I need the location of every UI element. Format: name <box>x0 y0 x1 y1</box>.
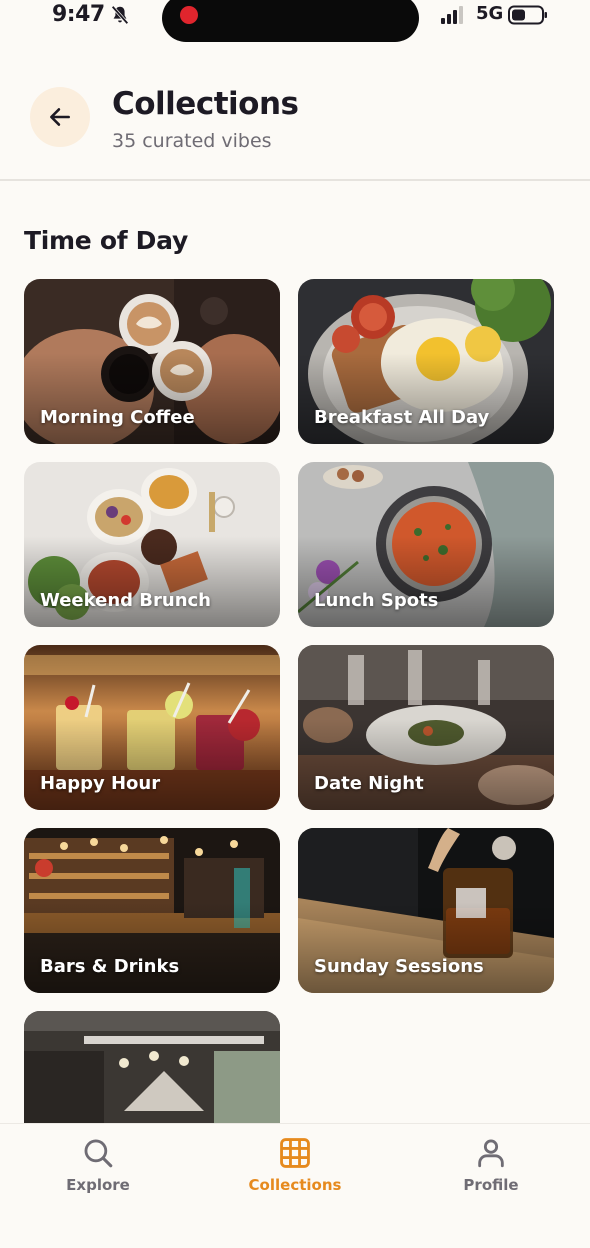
collection-card-lunch-spots[interactable]: Lunch Spots <box>298 462 554 627</box>
arrow-left-icon <box>50 108 70 126</box>
user-icon <box>478 1139 504 1168</box>
back-button[interactable] <box>30 87 90 147</box>
nav-item-collections[interactable]: Collections <box>235 1136 355 1194</box>
card-label: Lunch Spots <box>314 590 439 611</box>
collection-card-breakfast-all-day[interactable]: Breakfast All Day <box>298 279 554 444</box>
network-type: 5G <box>476 3 504 24</box>
nav-label: Profile <box>463 1176 519 1194</box>
section-title: Time of Day <box>24 226 188 255</box>
card-label: Morning Coffee <box>40 407 195 428</box>
card-label: Happy Hour <box>40 773 161 794</box>
collection-card-date-night[interactable]: Date Night <box>298 645 554 810</box>
nav-item-profile[interactable]: Profile <box>431 1136 551 1194</box>
card-label: Date Night <box>314 773 424 794</box>
page-header: Collections 35 curated vibes <box>0 60 590 181</box>
page-subtitle: 35 curated vibes <box>112 130 272 152</box>
nav-label: Explore <box>66 1176 130 1194</box>
signal-strength-icon <box>441 6 463 24</box>
card-label: Sunday Sessions <box>314 956 484 977</box>
grid-icon <box>280 1138 310 1168</box>
status-bar: 9:47 5G <box>0 0 590 44</box>
nav-label: Collections <box>248 1176 342 1194</box>
collection-card-weekend-brunch[interactable]: Weekend Brunch <box>24 462 280 627</box>
collection-card-happy-hour[interactable]: Happy Hour <box>24 645 280 810</box>
collection-card-bars-drinks[interactable]: Bars & Drinks <box>24 828 280 993</box>
card-label: Weekend Brunch <box>40 590 211 611</box>
bell-muted-icon <box>111 5 129 25</box>
bottom-nav: Explore Collections Profile <box>0 1123 590 1248</box>
recording-indicator-icon <box>180 6 198 24</box>
nav-item-explore[interactable]: Explore <box>38 1136 158 1194</box>
card-label: Bars & Drinks <box>40 956 180 977</box>
dynamic-island <box>162 0 419 42</box>
collection-card-morning-coffee[interactable]: Morning Coffee <box>24 279 280 444</box>
card-label: Breakfast All Day <box>314 407 490 428</box>
status-time: 9:47 <box>52 2 105 27</box>
battery-icon <box>508 5 547 25</box>
page-title: Collections <box>112 86 299 122</box>
search-icon <box>84 1139 113 1168</box>
collection-card-sunday-sessions[interactable]: Sunday Sessions <box>298 828 554 993</box>
